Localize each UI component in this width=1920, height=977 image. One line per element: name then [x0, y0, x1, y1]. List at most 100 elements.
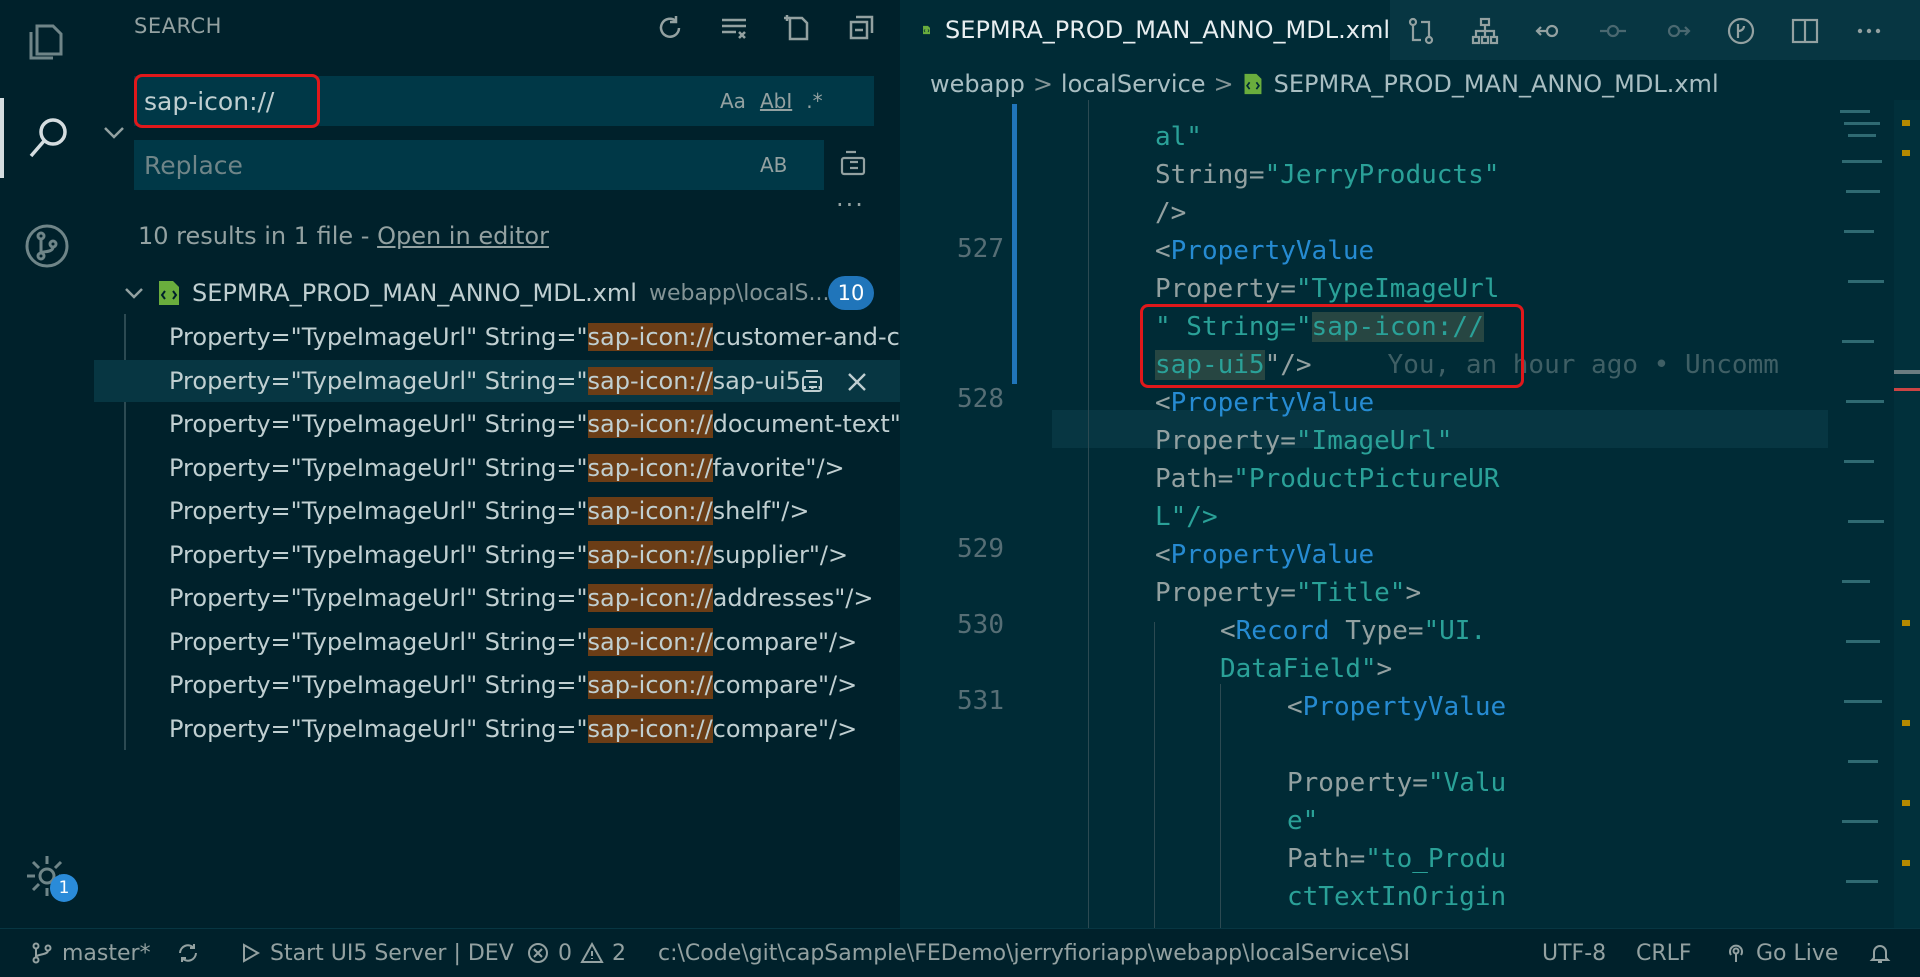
encoding-indicator[interactable]: UTF-8: [1542, 941, 1606, 966]
sidebar-title: SEARCH: [134, 14, 222, 38]
sync-icon: [179, 944, 197, 962]
use-regex-toggle[interactable]: .*: [806, 89, 822, 113]
match-text: Property="TypeImageUrl" String="sap-icon…: [169, 323, 900, 351]
code-line: e": [1287, 806, 1319, 836]
minimap-preview: [1840, 110, 1884, 883]
go-live-button[interactable]: Go Live: [1724, 941, 1838, 966]
more-actions-icon[interactable]: ...: [836, 184, 865, 212]
split-editor-icon[interactable]: [1784, 10, 1826, 52]
match-text: Property="TypeImageUrl" String="sap-icon…: [169, 584, 874, 612]
match-row[interactable]: Property="TypeImageUrl" String="sap-icon…: [94, 621, 900, 663]
code-line: DataField">: [1220, 654, 1393, 684]
match-row[interactable]: Property="TypeImageUrl" String="sap-icon…: [94, 708, 900, 750]
match-highlight: sap-icon://: [587, 410, 713, 438]
file-path: c:\Code\git\capSample\FEDemo\jerryfioria…: [658, 940, 1408, 966]
more-actions-icon[interactable]: [1848, 10, 1890, 52]
match-highlight: sap-icon://: [587, 671, 713, 699]
xml-file-icon: [1244, 73, 1262, 95]
xml-file-icon: [159, 281, 179, 305]
match-case-toggle[interactable]: Aa: [720, 89, 746, 113]
notifications-icon[interactable]: [1868, 941, 1892, 965]
line-number: 528: [957, 384, 1004, 414]
line-number: 529: [957, 534, 1004, 564]
problems-indicator[interactable]: 0 2: [526, 941, 626, 966]
match-row[interactable]: Property="TypeImageUrl" String="sap-icon…: [94, 490, 900, 532]
manage-gear-icon[interactable]: [0, 836, 94, 916]
collapse-all-icon[interactable]: [844, 10, 880, 46]
line-number: 531: [957, 686, 1004, 716]
match-row[interactable]: Property="TypeImageUrl" String="sap-icon…: [94, 664, 900, 706]
git-gutter-marker: [1012, 104, 1017, 384]
chevron-down-icon[interactable]: [122, 281, 146, 305]
dismiss-close-icon[interactable]: [844, 367, 870, 395]
preserve-case-toggle[interactable]: AB: [760, 153, 787, 177]
match-highlight: sap-icon://: [587, 497, 713, 525]
code-line: <PropertyValue: [1287, 692, 1507, 722]
match-row[interactable]: Property="TypeImageUrl" String="sap-icon…: [94, 359, 900, 402]
match-whole-word-toggle[interactable]: AbI: [760, 89, 792, 113]
start-ui5-server-button[interactable]: Start UI5 Server | DEV: [238, 941, 514, 966]
toggle-replace-chevron-icon[interactable]: [100, 118, 128, 146]
search-icon[interactable]: [0, 98, 94, 178]
refresh-icon[interactable]: [652, 10, 688, 46]
previous-change-icon[interactable]: [1528, 10, 1570, 52]
breadcrumb: webapp > localService > SEPMRA_PROD_MAN_AN…: [930, 70, 1719, 98]
editor-tab[interactable]: SEPMRA_PROD_MAN_ANNO_MDL.xml: [900, 0, 1390, 60]
open-in-editor-link[interactable]: Open in editor: [377, 222, 549, 250]
git-lens-icon[interactable]: [1720, 10, 1762, 52]
clear-results-icon[interactable]: [716, 10, 752, 46]
git-branch-icon: [32, 942, 52, 964]
code-editor[interactable]: 527 528 529 530 531 al" String="JerryPro…: [900, 100, 1830, 928]
warning-count: 2: [612, 940, 626, 966]
error-count: 0: [558, 940, 572, 966]
search-sidebar: SEARCH Aa AbI .* AB ... 10 results in 1 …: [94, 0, 900, 928]
vertical-scrollbar[interactable]: [1894, 100, 1920, 928]
replace-all-icon[interactable]: [838, 148, 868, 184]
next-change-icon[interactable]: [1656, 10, 1698, 52]
highlight-box: [1140, 304, 1524, 388]
indent-guide: [1154, 622, 1155, 928]
match-row[interactable]: Property="TypeImageUrl" String="sap-icon…: [94, 447, 900, 489]
commit-icon[interactable]: [1592, 10, 1634, 52]
breadcrumb-item[interactable]: SEPMRA_PROD_MAN_ANNO_MDL.xml: [1274, 70, 1719, 98]
line-number: 527: [957, 234, 1004, 264]
match-row[interactable]: Property="TypeImageUrl" String="sap-icon…: [94, 577, 900, 619]
match-row[interactable]: Property="TypeImageUrl" String="sap-icon…: [94, 403, 900, 445]
replace-icon[interactable]: [800, 367, 826, 395]
match-text: Property="TypeImageUrl" String="sap-icon…: [169, 714, 858, 743]
warning-icon: [580, 941, 604, 963]
code-line: L"/>: [1155, 502, 1218, 532]
branch-name: master*: [62, 940, 151, 966]
tab-bar: SEPMRA_PROD_MAN_ANNO_MDL.xml: [900, 0, 1920, 60]
result-file-path: webapp\localS...: [648, 280, 830, 306]
manage-badge: 1: [50, 874, 78, 902]
match-text: Property="TypeImageUrl" String="sap-icon…: [169, 627, 858, 656]
match-row[interactable]: Property="TypeImageUrl" String="sap-icon…: [94, 316, 900, 358]
match-row[interactable]: Property="TypeImageUrl" String="sap-icon…: [94, 534, 900, 576]
eol-indicator[interactable]: CRLF: [1636, 941, 1692, 966]
sync-button[interactable]: [176, 941, 200, 965]
breadcrumb-item[interactable]: localService: [1061, 70, 1206, 98]
replace-input[interactable]: [134, 149, 746, 181]
activity-bar: 1: [0, 0, 94, 928]
source-control-icon[interactable]: [0, 206, 94, 286]
explorer-icon[interactable]: [0, 0, 94, 80]
new-search-editor-icon[interactable]: [780, 10, 816, 46]
editor-area: SEPMRA_PROD_MAN_ANNO_MDL.xml webapp > loc…: [900, 0, 1920, 928]
open-changes-icon[interactable]: [1400, 10, 1442, 52]
code-line: Property="Valu: [1287, 768, 1507, 798]
results-summary: 10 results in 1 file - Open in editor: [138, 222, 549, 250]
code-line: ctTextInOrigin: [1287, 882, 1507, 912]
branch-indicator[interactable]: master*: [30, 941, 151, 966]
result-file-row[interactable]: SEPMRA_PROD_MAN_ANNO_MDL.xml webapp\loca…: [94, 274, 900, 312]
breadcrumb-item[interactable]: webapp: [930, 70, 1025, 98]
eol-label: CRLF: [1636, 940, 1692, 966]
code-line: <PropertyValue: [1155, 388, 1375, 418]
match-highlight: sap-icon://: [587, 714, 713, 743]
hierarchy-icon[interactable]: [1464, 10, 1506, 52]
minimap[interactable]: [1830, 100, 1890, 928]
indent-guide: [1088, 100, 1089, 928]
results-summary-text: 10 results in 1 file -: [138, 222, 378, 250]
file-path-indicator[interactable]: c:\Code\git\capSample\FEDemo\jerryfioria…: [658, 941, 1408, 966]
code-line: <PropertyValue: [1155, 540, 1375, 570]
